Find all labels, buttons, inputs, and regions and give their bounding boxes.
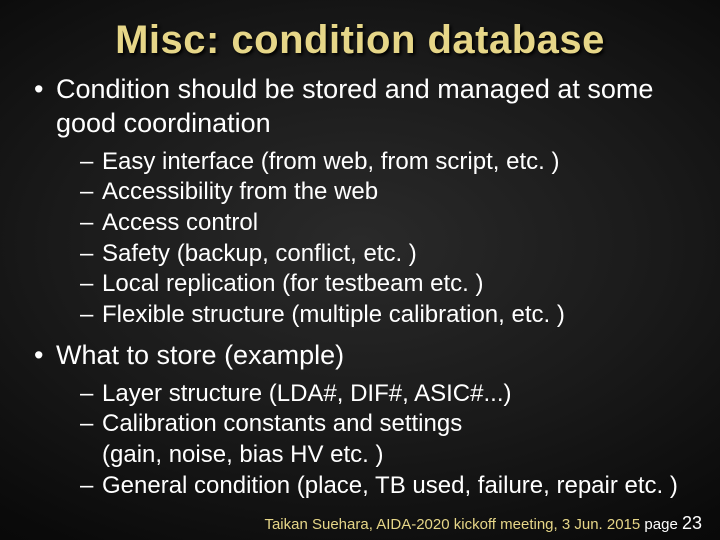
sub-bullet-item: General condition (place, TB used, failu… xyxy=(80,471,692,502)
page-number-value: 23 xyxy=(682,513,702,533)
slide: Misc: condition database Condition shoul… xyxy=(0,0,720,540)
slide-footer: Taikan Suehara, AIDA-2020 kickoff meetin… xyxy=(264,513,702,534)
sub-bullet-item: Local replication (for testbeam etc. ) xyxy=(80,269,692,300)
bullet-text: What to store (example) xyxy=(56,340,344,370)
sub-bullet-list: Easy interface (from web, from script, e… xyxy=(56,147,692,331)
sub-bullet-item: Easy interface (from web, from script, e… xyxy=(80,147,692,178)
sub-bullet-item: Accessibility from the web xyxy=(80,177,692,208)
sub-bullet-item: Access control xyxy=(80,208,692,239)
bullet-list: Condition should be stored and managed a… xyxy=(28,73,692,501)
bullet-item: What to store (example) Layer structure … xyxy=(28,339,692,502)
sub-bullet-item: Layer structure (LDA#, DIF#, ASIC#...) xyxy=(80,379,692,410)
bullet-item: Condition should be stored and managed a… xyxy=(28,73,692,331)
footer-credit: Taikan Suehara, AIDA-2020 kickoff meetin… xyxy=(264,516,640,533)
page-label-text: page xyxy=(644,516,677,533)
bullet-text: Condition should be stored and managed a… xyxy=(56,74,653,138)
slide-title: Misc: condition database xyxy=(28,18,692,63)
sub-bullet-list: Layer structure (LDA#, DIF#, ASIC#...) C… xyxy=(56,379,692,502)
sub-bullet-item: Calibration constants and settings (gain… xyxy=(80,409,692,470)
sub-bullet-item: Flexible structure (multiple calibration… xyxy=(80,300,692,331)
sub-bullet-item: Safety (backup, conflict, etc. ) xyxy=(80,239,692,270)
